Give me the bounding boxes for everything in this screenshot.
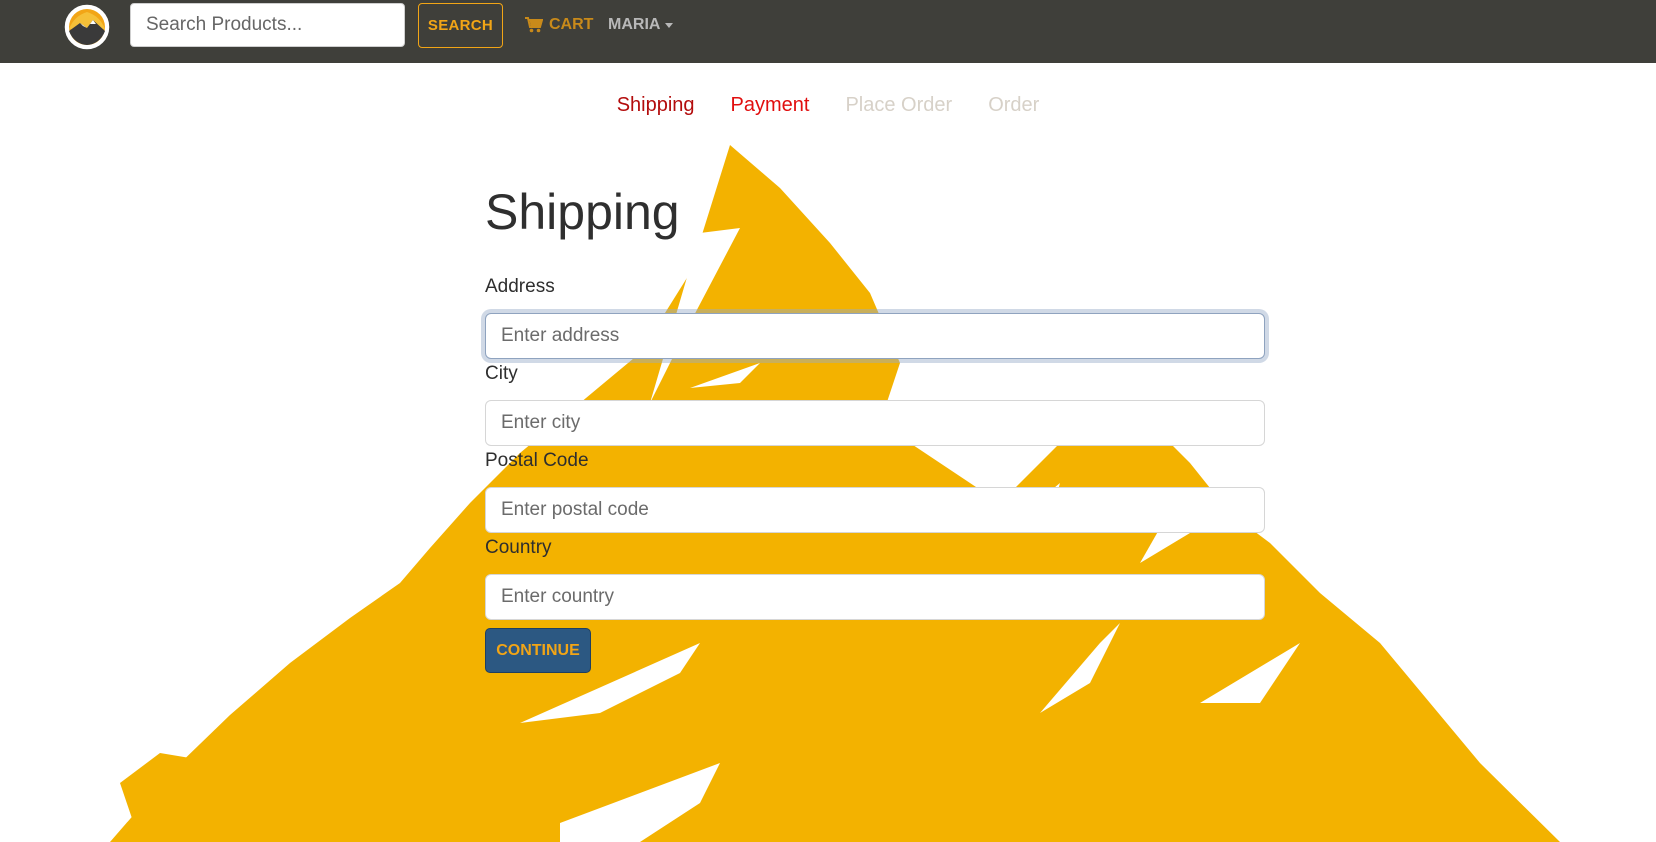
cart-label: CART: [549, 16, 594, 33]
country-field[interactable]: [485, 574, 1265, 620]
search-button[interactable]: SEARCH: [418, 3, 503, 48]
continue-button[interactable]: CONTINUE: [485, 628, 591, 673]
address-label: Address: [485, 276, 555, 297]
caret-down-icon: [665, 22, 674, 28]
step-place-order: Place Order: [845, 94, 953, 116]
user-menu-dropdown[interactable]: MARIA: [608, 14, 674, 36]
top-navbar: SEARCH CART MARIA: [0, 0, 1656, 63]
mountain-logo-icon[interactable]: [64, 4, 110, 50]
mountain-background-graphic: [110, 145, 1560, 842]
step-payment[interactable]: Payment: [731, 94, 810, 117]
checkout-steps: Shipping Payment Place Order Order: [0, 94, 1656, 117]
postal-code-field[interactable]: [485, 487, 1265, 533]
cart-link[interactable]: CART: [525, 14, 593, 36]
shopping-cart-icon: [525, 17, 543, 33]
search-input[interactable]: [130, 3, 405, 47]
page-title: Shipping: [485, 184, 680, 240]
address-field[interactable]: [485, 313, 1265, 359]
step-shipping[interactable]: Shipping: [617, 94, 695, 117]
postal-code-label: Postal Code: [485, 450, 589, 471]
city-field[interactable]: [485, 400, 1265, 446]
city-label: City: [485, 363, 518, 384]
user-menu-label: MARIA: [608, 16, 661, 33]
country-label: Country: [485, 537, 552, 558]
step-order: Order: [988, 94, 1040, 116]
